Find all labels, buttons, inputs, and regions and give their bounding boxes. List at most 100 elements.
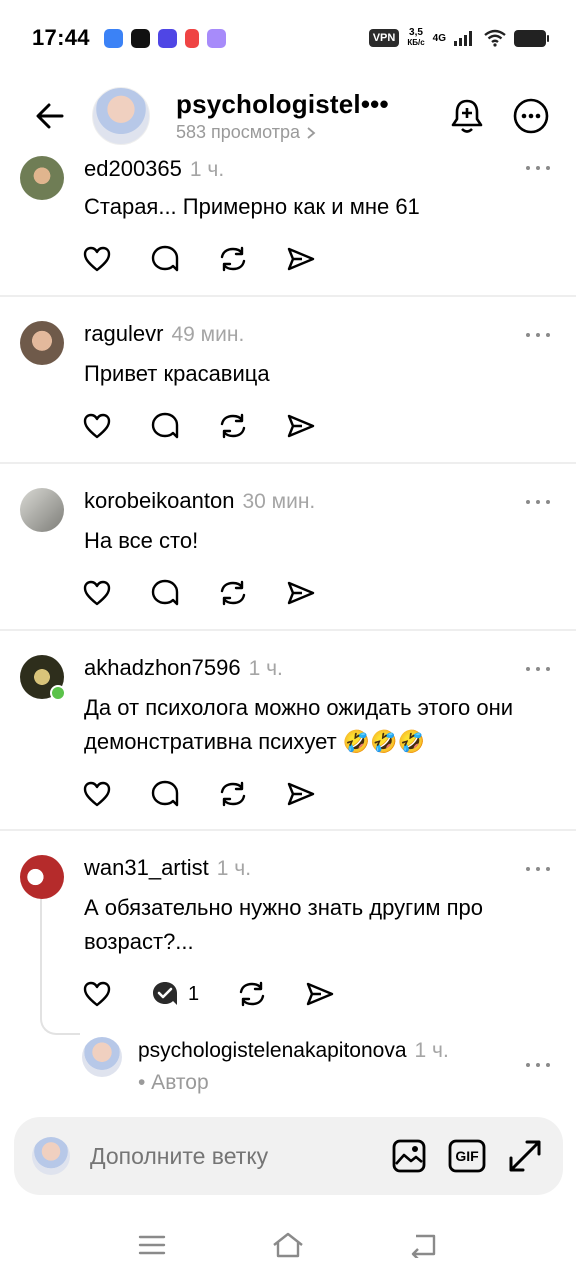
heart-icon (83, 413, 111, 439)
author-avatar[interactable] (92, 87, 150, 145)
vpn-badge: VPN (368, 29, 400, 47)
comment-bubble-icon (151, 412, 179, 439)
comment-item: akhadzhon7596 1 ч. Да от психолога можно… (0, 631, 576, 831)
comment-more-button[interactable] (526, 665, 550, 673)
commenter-avatar[interactable] (20, 488, 64, 532)
share-button[interactable] (286, 244, 316, 274)
like-button[interactable] (82, 578, 112, 608)
thread-line (40, 895, 80, 1035)
commenter-name[interactable]: ed200365 (84, 156, 182, 182)
commenter-avatar[interactable] (20, 156, 64, 200)
comment-item: korobeikoanton 30 мин. На все сто! (0, 464, 576, 631)
repost-button[interactable] (218, 779, 248, 809)
back-button[interactable] (30, 96, 70, 136)
commenter-name[interactable]: korobeikoanton (84, 488, 234, 514)
more-button[interactable] (512, 97, 550, 135)
comment-more-button[interactable] (526, 865, 550, 873)
comment-time: 49 мин. (171, 323, 245, 346)
commenter-name[interactable]: wan31_artist (84, 855, 209, 881)
reply-time: 1 ч. (414, 1039, 449, 1062)
repost-icon (220, 580, 246, 606)
app-icon (103, 28, 123, 48)
reply-count: 1 (188, 982, 200, 1005)
comment-time: 1 ч. (248, 657, 283, 680)
menu-icon (138, 1235, 166, 1255)
commenter-name[interactable]: akhadzhon7596 (84, 655, 241, 681)
share-button[interactable] (286, 411, 316, 441)
repost-button[interactable] (218, 411, 248, 441)
repost-icon (220, 413, 246, 439)
like-button[interactable] (82, 979, 112, 1009)
comment-bubble-icon (151, 245, 179, 272)
send-icon (287, 247, 315, 271)
status-bar: 17:44 VPN 3,5 КБ/с 4G (0, 0, 576, 76)
comment-more-button[interactable] (526, 331, 550, 339)
author-info[interactable]: psychologistel••• 583 просмотра (176, 89, 389, 143)
reply-button[interactable] (150, 578, 180, 608)
comment-check-icon (153, 982, 177, 1005)
repost-icon (220, 781, 246, 807)
app-icon (206, 28, 226, 48)
network-type: 4G (432, 32, 446, 44)
heart-icon (83, 246, 111, 272)
share-button[interactable] (286, 578, 316, 608)
send-icon (287, 782, 315, 806)
like-button[interactable] (82, 779, 112, 809)
expand-button[interactable] (505, 1136, 545, 1176)
reply-button[interactable] (150, 779, 180, 809)
commenter-name[interactable]: ragulevr (84, 321, 163, 347)
comment-text: Да от психолога можно ожидать этого они … (84, 695, 514, 754)
user-avatar (32, 1137, 70, 1175)
comment-time: 1 ч. (189, 158, 225, 181)
commenter-avatar[interactable] (20, 321, 64, 365)
app-icon (157, 28, 177, 48)
signal-icon (454, 31, 472, 46)
heart-icon (83, 580, 111, 606)
comment-text: Старая... Примерно как и мне 61 (84, 194, 420, 219)
share-button[interactable] (305, 979, 335, 1009)
view-count: 583 просмотра (176, 122, 389, 143)
repost-button[interactable] (218, 578, 248, 608)
home-icon (273, 1232, 303, 1258)
reply-button[interactable] (150, 979, 180, 1009)
like-button[interactable] (82, 244, 112, 274)
app-icon (184, 28, 199, 48)
repost-button[interactable] (218, 244, 248, 274)
comment-item: ragulevr 49 мин. Привет красавица (0, 297, 576, 464)
home-button[interactable] (270, 1227, 306, 1263)
app-icon (130, 28, 150, 48)
comment-more-button[interactable] (526, 164, 550, 172)
comment-more-button[interactable] (526, 498, 550, 506)
like-button[interactable] (82, 411, 112, 441)
gif-button[interactable]: GIF (447, 1136, 487, 1176)
repost-icon (239, 981, 265, 1007)
comment-text: Привет красавица (84, 361, 270, 386)
commenter-avatar[interactable] (20, 855, 64, 899)
reply-author-avatar[interactable] (82, 1037, 122, 1077)
repost-icon (220, 246, 246, 272)
more-horizontal-icon (513, 98, 549, 134)
comment-time: 1 ч. (216, 857, 252, 880)
comment-item: wan31_artist 1 ч. А обязательно нужно зн… (0, 831, 576, 1111)
reply-more-button[interactable] (526, 1061, 550, 1069)
comments-list: ed200365 1 ч. Старая... Примерно как и м… (0, 156, 576, 1111)
reply-button[interactable] (150, 244, 180, 274)
chevron-right-icon (307, 126, 316, 139)
subscribe-bell-button[interactable] (448, 97, 486, 135)
recents-button[interactable] (134, 1227, 170, 1263)
reply-input[interactable] (90, 1142, 360, 1170)
repost-button[interactable] (237, 979, 267, 1009)
reply-button[interactable] (150, 411, 180, 441)
wifi-icon (484, 29, 506, 47)
arrow-left-icon (36, 103, 64, 129)
image-icon (392, 1139, 426, 1173)
comment-text: На все сто! (84, 528, 199, 553)
send-icon (306, 982, 334, 1006)
reply-author-name[interactable]: psychologistelenakapitonova (138, 1039, 407, 1063)
reply-input-bar: GIF (14, 1117, 563, 1195)
status-app-icons (103, 28, 226, 48)
back-nav-button[interactable] (406, 1227, 442, 1263)
attach-image-button[interactable] (389, 1136, 429, 1176)
share-button[interactable] (286, 779, 316, 809)
send-icon (287, 581, 315, 605)
